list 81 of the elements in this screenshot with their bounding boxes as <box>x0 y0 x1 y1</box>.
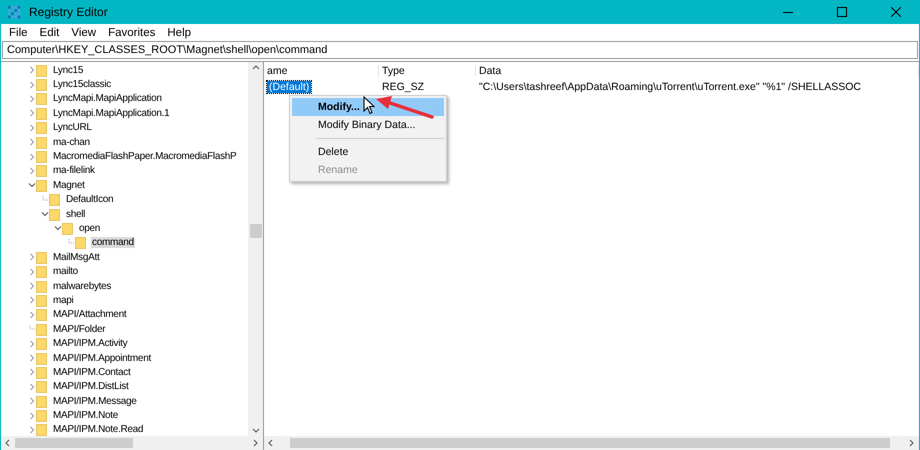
tree-item[interactable]: ma-filelink <box>52 165 96 176</box>
maximize-icon <box>837 7 847 17</box>
close-icon <box>891 7 901 17</box>
folder-icon <box>36 337 47 350</box>
menu-item[interactable]: Favorites <box>102 26 162 38</box>
tree-item[interactable]: ma-chan <box>52 136 91 148</box>
menu-item[interactable]: View <box>65 26 102 38</box>
registry-grid-icon <box>7 5 21 19</box>
tree-item[interactable]: Lync15 <box>52 64 84 76</box>
folder-icon <box>36 366 47 379</box>
vertical-scrollbar[interactable] <box>248 62 263 436</box>
tree-item[interactable]: Magnet <box>52 180 86 191</box>
folder-icon <box>36 409 47 422</box>
tree-item[interactable]: LyncURL <box>52 122 93 134</box>
menu-item[interactable]: Edit <box>34 26 66 38</box>
tree-item[interactable]: MAPI/IPM.Appointment <box>52 352 152 364</box>
tree-item[interactable]: LyncMapi.MapiApplication.1 <box>52 108 170 119</box>
menu-option[interactable]: Modify Binary Data... <box>292 116 444 134</box>
folder-icon <box>36 78 47 92</box>
tree-item[interactable]: malwarebytes <box>52 280 112 292</box>
menu-option[interactable]: Delete <box>292 143 444 161</box>
tree-item[interactable]: MacromediaFlashPaper.MacromediaFlashP <box>52 151 238 162</box>
tree-item[interactable]: MailMsgAtt <box>52 252 100 263</box>
address-field[interactable]: Computer\HKEY_CLASSES_ROOT\Magnet\shell\open\command <box>2 41 918 59</box>
tree-item[interactable]: MAPI/Attachment <box>52 309 128 320</box>
folder-icon <box>36 92 47 106</box>
tree-item[interactable]: MAPI/IPM.Activity <box>52 338 128 350</box>
scroll-thumb[interactable] <box>290 438 890 448</box>
folder-icon <box>49 208 60 221</box>
folder-icon <box>36 106 47 120</box>
horizontal-scrollbar[interactable] <box>264 436 919 450</box>
folder-icon <box>36 250 47 264</box>
menu-item[interactable]: Help <box>161 26 198 38</box>
tree-item[interactable]: MAPI/IPM.DistList <box>52 381 130 392</box>
tree-item[interactable]: Lync15classic <box>52 79 112 90</box>
chevron-icon[interactable] <box>28 181 36 190</box>
folder-icon <box>36 294 47 307</box>
tree-item[interactable]: mapi <box>52 294 74 306</box>
scroll-thumb[interactable] <box>250 224 262 238</box>
tree-item[interactable]: MAPI/IPM.Note <box>52 410 120 422</box>
folder-icon <box>36 380 47 394</box>
column-title[interactable]: Type <box>379 64 476 76</box>
folder-icon <box>36 322 47 336</box>
folder-icon <box>36 280 47 293</box>
tree-item[interactable]: command <box>91 237 135 248</box>
tree-item[interactable]: mailto <box>52 266 79 278</box>
folder-icon <box>36 136 47 149</box>
column-title[interactable]: Data <box>476 64 919 76</box>
folder-icon <box>36 64 47 77</box>
value-name[interactable]: (Default) <box>267 81 312 93</box>
menu-item[interactable]: File <box>3 26 34 38</box>
arrow-annotation <box>375 96 435 120</box>
tree-item[interactable]: open <box>78 222 102 234</box>
tree-item[interactable]: DefaultIcon <box>65 194 114 206</box>
folder-icon <box>36 150 47 164</box>
tree-item[interactable]: LyncMapi.MapiApplication <box>52 93 163 104</box>
column-title[interactable]: ame <box>264 64 379 76</box>
folder-icon <box>36 352 47 364</box>
folder-icon <box>36 164 47 178</box>
scroll-thumb[interactable] <box>15 438 133 448</box>
folder-icon <box>62 222 73 235</box>
horizontal-scrollbar[interactable] <box>1 436 263 450</box>
tree-item[interactable]: MAPI/IPM.Message <box>52 396 138 407</box>
tree-item[interactable]: shell <box>65 208 86 220</box>
value-type: REG_SZ <box>381 81 426 93</box>
tree-item[interactable]: MAPI/IPM.Contact <box>52 366 132 378</box>
cursor-icon <box>363 96 376 115</box>
chevron-icon[interactable] <box>41 210 49 218</box>
folder-icon <box>36 423 47 436</box>
tree-item[interactable]: MAPI/Folder <box>52 324 106 335</box>
folder-icon <box>36 265 47 278</box>
folder-icon <box>36 308 47 322</box>
folder-icon <box>75 236 86 250</box>
folder-icon <box>49 193 60 206</box>
folder-icon <box>36 178 47 192</box>
folder-icon <box>36 394 47 408</box>
window-title: Registry Editor <box>29 5 109 19</box>
folder-icon <box>36 121 47 134</box>
chevron-icon[interactable] <box>54 224 62 232</box>
value-data: "C:\Users\tashreef\AppData\Roaming\uTorrent\uTorrent.exe" "%1" /SHELLASSOC <box>478 81 862 93</box>
tree-item[interactable]: MAPI/IPM.Note.Read <box>52 424 144 436</box>
